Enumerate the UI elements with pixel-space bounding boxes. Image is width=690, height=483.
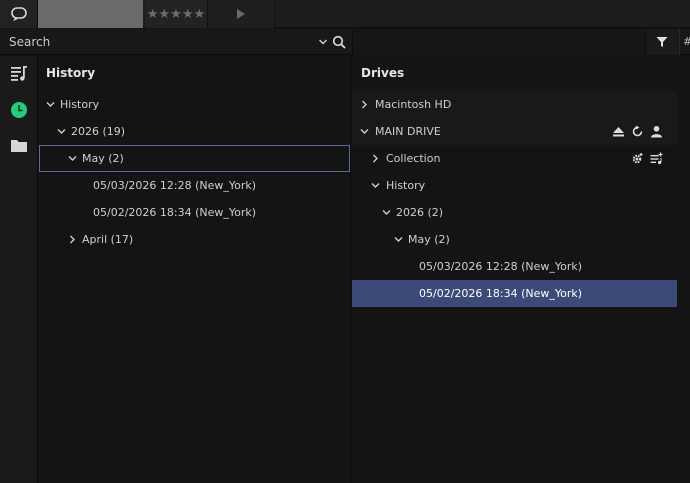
chevron-right-icon[interactable] xyxy=(360,100,369,109)
add-playlist-icon[interactable] xyxy=(650,152,663,165)
tree-row-collection[interactable]: Collection xyxy=(352,145,677,172)
tree-row-session[interactable]: 05/02/2026 18:34 (New_York) xyxy=(39,199,350,226)
folder-icon xyxy=(11,140,27,152)
tree-row-label: 05/02/2026 18:34 (New_York) xyxy=(93,206,257,219)
drives-panel-title: Drives xyxy=(361,66,405,80)
tree-row-label: 05/03/2026 12:28 (New_York) xyxy=(93,179,257,192)
settings-gear-icon[interactable] xyxy=(631,152,644,165)
filter-icon xyxy=(656,37,668,47)
top-toolbar: ★★★★★ xyxy=(0,0,690,28)
rail-item-history[interactable] xyxy=(0,92,38,128)
tree-row-session[interactable]: 05/03/2026 12:28 (New_York) xyxy=(352,253,677,280)
loop-button[interactable] xyxy=(0,0,38,28)
tree-row-label: Collection xyxy=(386,152,441,165)
tree-row-label: April (17) xyxy=(82,233,134,246)
playlist-icon xyxy=(11,66,27,81)
drive-actions xyxy=(612,118,663,145)
refresh-icon[interactable] xyxy=(631,125,644,138)
waveform-display[interactable] xyxy=(38,0,143,28)
history-panel: History History 2026 (19) May (2) 05/03/… xyxy=(39,56,351,483)
chevron-down-icon[interactable] xyxy=(382,208,391,217)
tree-row-label: Macintosh HD xyxy=(375,98,452,111)
tree-row-label: 2026 (19) xyxy=(71,125,126,138)
tree-row-label: MAIN DRIVE xyxy=(375,125,441,138)
chevron-right-icon[interactable] xyxy=(371,154,380,163)
chevron-down-icon[interactable] xyxy=(360,127,369,136)
tree-row-may[interactable]: May (2) xyxy=(39,145,350,172)
collection-actions xyxy=(631,145,663,172)
tree-row-label: May (2) xyxy=(82,152,124,165)
history-panel-title: History xyxy=(46,66,96,80)
tree-row-label: 05/02/2026 18:34 (New_York) xyxy=(419,287,583,300)
left-rail xyxy=(0,56,38,483)
tree-row-2026[interactable]: 2026 (19) xyxy=(39,118,350,145)
loop-icon xyxy=(10,7,27,21)
rating-stars[interactable]: ★★★★★ xyxy=(145,0,207,28)
tree-row-history[interactable]: History xyxy=(39,91,350,118)
chevron-down-icon[interactable] xyxy=(371,181,380,190)
drive-row-main-drive[interactable]: MAIN DRIVE xyxy=(352,118,677,145)
tree-row-label: 05/03/2026 12:28 (New_York) xyxy=(419,260,583,273)
chevron-right-icon[interactable] xyxy=(68,235,77,244)
chevron-down-icon[interactable] xyxy=(394,235,403,244)
tree-row-label: 2026 (2) xyxy=(396,206,444,219)
tree-row-may[interactable]: May (2) xyxy=(352,226,677,253)
tree-row-session-selected[interactable]: 05/02/2026 18:34 (New_York) xyxy=(352,280,677,307)
chevron-down-icon[interactable] xyxy=(68,154,77,163)
search-icon[interactable] xyxy=(332,35,346,49)
drives-panel: Drives Macintosh HD MAIN DRIVE Collectio… xyxy=(352,56,690,483)
search-input[interactable]: Search xyxy=(0,29,352,55)
play-icon xyxy=(237,9,245,19)
tree-row-label: May (2) xyxy=(408,233,450,246)
play-button[interactable] xyxy=(207,0,275,28)
clock-icon xyxy=(11,102,27,118)
chevron-down-icon[interactable] xyxy=(318,37,328,47)
rail-item-playlists[interactable] xyxy=(0,56,38,92)
chevron-down-icon[interactable] xyxy=(57,127,66,136)
tree-row-april[interactable]: April (17) xyxy=(39,226,350,253)
tree-row-label: History xyxy=(60,98,100,111)
tree-row-history[interactable]: History xyxy=(352,172,677,199)
tree-row-label: History xyxy=(386,179,426,192)
drive-row-macintosh-hd[interactable]: Macintosh HD xyxy=(352,91,677,118)
tree-row-2026[interactable]: 2026 (2) xyxy=(352,199,677,226)
search-row: Search # xyxy=(0,29,690,55)
column-number-header[interactable]: # xyxy=(679,29,690,55)
search-placeholder: Search xyxy=(9,35,51,49)
tree-row-session[interactable]: 05/03/2026 12:28 (New_York) xyxy=(39,172,350,199)
user-icon[interactable] xyxy=(650,125,663,138)
rail-item-explorer[interactable] xyxy=(0,128,38,164)
eject-icon[interactable] xyxy=(612,125,625,138)
chevron-down-icon[interactable] xyxy=(46,100,55,109)
filter-button[interactable] xyxy=(645,29,678,55)
column-header-area xyxy=(352,29,644,55)
